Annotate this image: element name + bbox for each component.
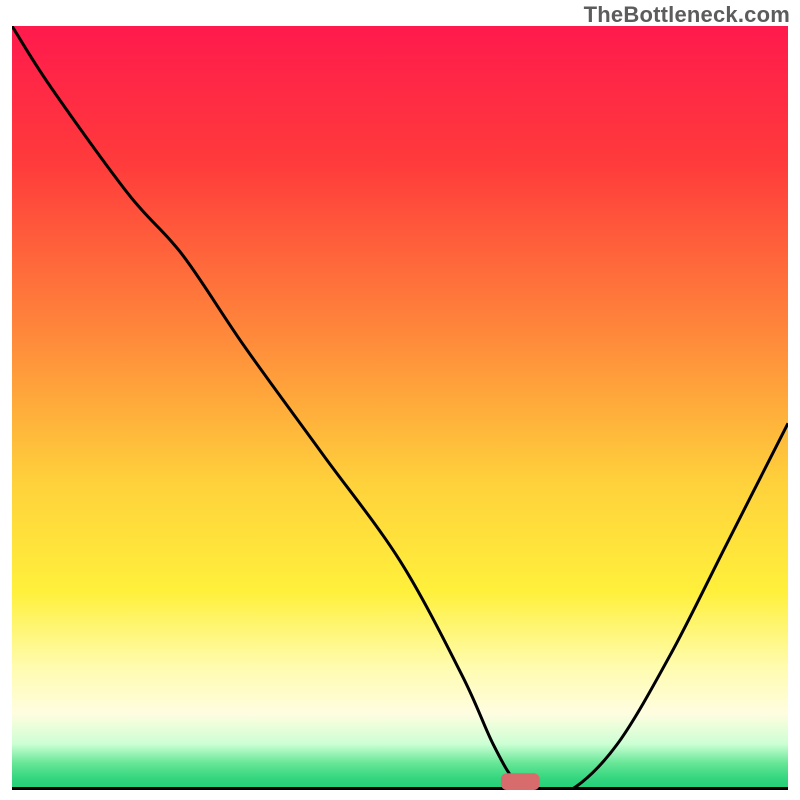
bottleneck-chart bbox=[12, 26, 788, 790]
watermark-text: TheBottleneck.com bbox=[584, 2, 790, 28]
chart-container: TheBottleneck.com bbox=[0, 0, 800, 800]
chart-gradient-bg bbox=[12, 26, 788, 790]
optimum-marker bbox=[501, 773, 540, 790]
